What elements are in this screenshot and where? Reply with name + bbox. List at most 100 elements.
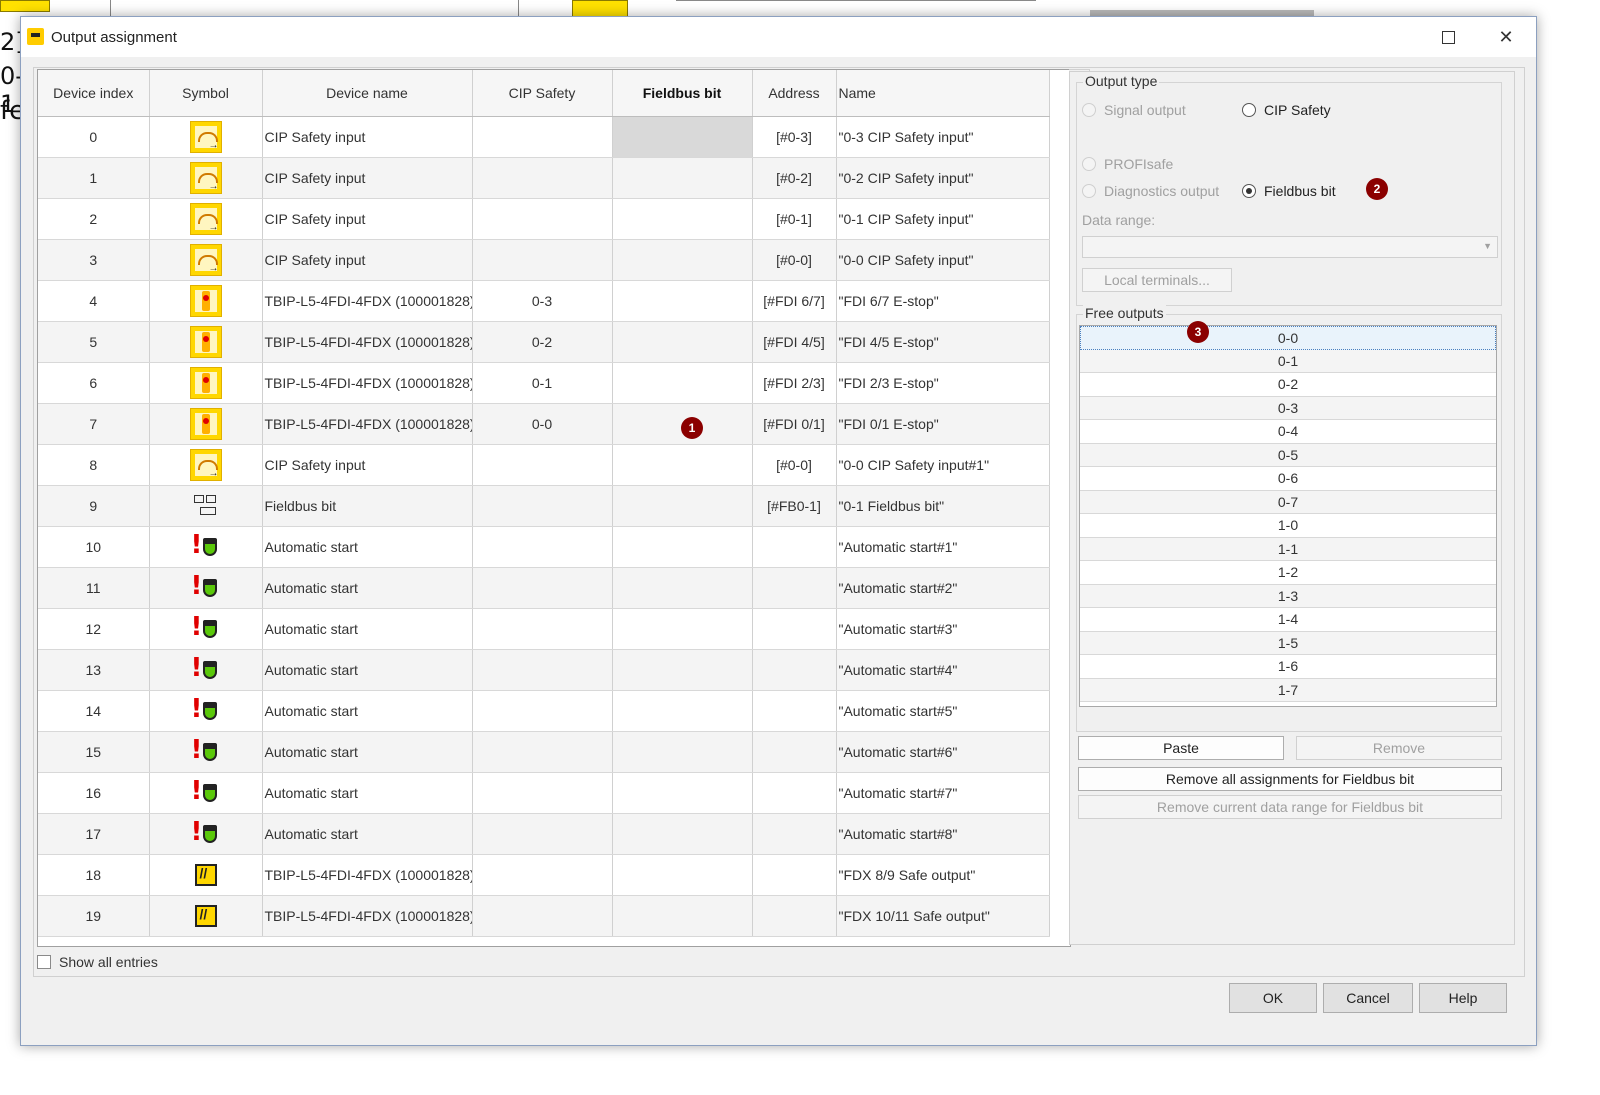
cell-cip-safety[interactable]: [472, 772, 613, 814]
remove-all-assignments-button[interactable]: Remove all assignments for Fieldbus bit: [1078, 767, 1502, 791]
cell-fieldbus-bit[interactable]: [612, 116, 753, 158]
column-header-fieldbus-bit[interactable]: Fieldbus bit: [612, 70, 753, 117]
free-output-item[interactable]: 0-5: [1080, 443, 1496, 467]
cell-fieldbus-bit[interactable]: [612, 854, 753, 896]
cell-fieldbus-bit[interactable]: [612, 608, 753, 650]
column-header-symbol[interactable]: Symbol: [149, 70, 263, 117]
cell-fieldbus-bit[interactable]: [612, 649, 753, 691]
free-output-item[interactable]: 1-7: [1080, 678, 1496, 702]
column-header-cip-safety[interactable]: CIP Safety: [472, 70, 613, 117]
free-output-item[interactable]: 1-0: [1080, 514, 1496, 538]
cell-cip-safety[interactable]: [472, 567, 613, 609]
radio-profisafe[interactable]: PROFIsafe: [1082, 156, 1173, 172]
table-row[interactable]: 10! Automatic start "Automatic start#1": [38, 526, 1050, 568]
free-output-item[interactable]: 1-4: [1080, 608, 1496, 632]
table-row[interactable]: 0 → CIP Safety input [#0-3] "0-3 CIP Safety …: [38, 116, 1050, 158]
table-row[interactable]: 18 TBIP-L5-4FDI-4FDX (100001828) "FDX 8/9 …: [38, 854, 1050, 896]
cell-fieldbus-bit[interactable]: [612, 526, 753, 568]
cell-cip-safety[interactable]: [472, 116, 613, 158]
table-row[interactable]: 11! Automatic start "Automatic start#2": [38, 567, 1050, 609]
cell-fieldbus-bit[interactable]: [612, 731, 753, 773]
table-row[interactable]: 2 → CIP Safety input [#0-1] "0-1 CIP Safety …: [38, 198, 1050, 240]
data-range-select[interactable]: ▼: [1082, 236, 1498, 258]
cell-cip-safety[interactable]: 0-0: [472, 403, 613, 445]
column-header-address[interactable]: Address: [752, 70, 837, 117]
cell-cip-safety[interactable]: [472, 649, 613, 691]
radio-cip-safety[interactable]: CIP Safety: [1242, 102, 1331, 118]
table-row[interactable]: 9 Fieldbus bit [#FB0-1] "0-1 Fieldbus bit": [38, 485, 1050, 527]
cell-cip-safety[interactable]: [472, 854, 613, 896]
remove-button[interactable]: Remove: [1296, 736, 1502, 760]
cell-fieldbus-bit[interactable]: [612, 485, 753, 527]
free-output-item[interactable]: 0-6: [1080, 467, 1496, 491]
table-row[interactable]: 16! Automatic start "Automatic start#7": [38, 772, 1050, 814]
show-all-entries-checkbox[interactable]: Show all entries: [37, 954, 158, 970]
cell-cip-safety[interactable]: [472, 239, 613, 281]
cell-cip-safety[interactable]: 0-2: [472, 321, 613, 363]
table-row[interactable]: 19 TBIP-L5-4FDI-4FDX (100001828) "FDX 10/1…: [38, 895, 1050, 937]
cell-fieldbus-bit[interactable]: [612, 690, 753, 732]
cell-fieldbus-bit[interactable]: [612, 198, 753, 240]
cell-fieldbus-bit[interactable]: [612, 772, 753, 814]
cell-cip-safety[interactable]: 0-1: [472, 362, 613, 404]
free-output-item[interactable]: 0-3: [1080, 396, 1496, 420]
remove-current-range-button[interactable]: Remove current data range for Fieldbus b…: [1078, 795, 1502, 819]
local-terminals-button[interactable]: Local terminals...: [1082, 268, 1232, 292]
cell-cip-safety[interactable]: [472, 608, 613, 650]
ok-button[interactable]: OK: [1229, 983, 1317, 1013]
device-grid[interactable]: Device index Symbol Device name CIP Safe…: [37, 69, 1071, 947]
cell-cip-safety[interactable]: [472, 526, 613, 568]
table-row[interactable]: 17! Automatic start "Automatic start#8": [38, 813, 1050, 855]
cell-fieldbus-bit[interactable]: [612, 567, 753, 609]
table-row[interactable]: 6 TBIP-L5-4FDI-4FDX (100001828) 0-1 [#FDI 2…: [38, 362, 1050, 404]
cell-fieldbus-bit[interactable]: [612, 362, 753, 404]
free-output-item[interactable]: 1-3: [1080, 584, 1496, 608]
cell-fieldbus-bit[interactable]: [612, 444, 753, 486]
table-row[interactable]: 13! Automatic start "Automatic start#4": [38, 649, 1050, 691]
cell-fieldbus-bit[interactable]: [612, 239, 753, 281]
table-row[interactable]: 4 TBIP-L5-4FDI-4FDX (100001828) 0-3 [#FDI 6…: [38, 280, 1050, 322]
cell-cip-safety[interactable]: [472, 895, 613, 937]
table-row[interactable]: 14! Automatic start "Automatic start#5": [38, 690, 1050, 732]
free-output-item[interactable]: 1-5: [1080, 631, 1496, 655]
cancel-button[interactable]: Cancel: [1323, 983, 1413, 1013]
cell-fieldbus-bit[interactable]: [612, 157, 753, 199]
cell-cip-safety[interactable]: [472, 731, 613, 773]
free-outputs-list[interactable]: 0-0 0-1 0-2 0-3 0-4 0-5 0-6 0-7 1-0 1-1 1-2 1-3 1-4 1…: [1079, 325, 1497, 707]
cell-fieldbus-bit[interactable]: [612, 321, 753, 363]
cell-cip-safety[interactable]: [472, 444, 613, 486]
free-output-item[interactable]: 1-1: [1080, 537, 1496, 561]
help-button[interactable]: Help: [1419, 983, 1507, 1013]
free-output-item[interactable]: 1-2: [1080, 561, 1496, 585]
free-output-item[interactable]: 1-6: [1080, 655, 1496, 679]
cell-cip-safety[interactable]: [472, 485, 613, 527]
column-header-name[interactable]: Name: [836, 70, 1050, 117]
column-header-device-index[interactable]: Device index: [38, 70, 150, 117]
radio-diagnostics-output[interactable]: Diagnostics output: [1082, 183, 1219, 199]
free-output-item[interactable]: 0-7: [1080, 490, 1496, 514]
cell-fieldbus-bit[interactable]: [612, 280, 753, 322]
cell-cip-safety[interactable]: [472, 813, 613, 855]
table-row[interactable]: 1 → CIP Safety input [#0-2] "0-2 CIP Safety …: [38, 157, 1050, 199]
cell-fieldbus-bit[interactable]: [612, 813, 753, 855]
table-row[interactable]: 12! Automatic start "Automatic start#3": [38, 608, 1050, 650]
free-output-item[interactable]: 0-0: [1080, 326, 1496, 350]
radio-fieldbus-bit[interactable]: Fieldbus bit: [1242, 183, 1336, 199]
cell-cip-safety[interactable]: [472, 198, 613, 240]
table-row[interactable]: 15! Automatic start "Automatic start#6": [38, 731, 1050, 773]
table-row[interactable]: 5 TBIP-L5-4FDI-4FDX (100001828) 0-2 [#FDI 4…: [38, 321, 1050, 363]
cell-cip-safety[interactable]: [472, 690, 613, 732]
cell-fieldbus-bit[interactable]: [612, 895, 753, 937]
close-button[interactable]: ✕: [1491, 23, 1521, 51]
cell-cip-safety[interactable]: 0-3: [472, 280, 613, 322]
free-output-item[interactable]: 0-2: [1080, 373, 1496, 397]
cell-cip-safety[interactable]: [472, 157, 613, 199]
radio-signal-output[interactable]: Signal output: [1082, 102, 1186, 118]
table-row[interactable]: 3 → CIP Safety input [#0-0] "0-0 CIP Safety …: [38, 239, 1050, 281]
column-header-device-name[interactable]: Device name: [262, 70, 473, 117]
maximize-button[interactable]: [1433, 23, 1463, 51]
paste-button[interactable]: Paste: [1078, 736, 1284, 760]
table-row[interactable]: 8 → CIP Safety input [#0-0] "0-0 CIP Safety …: [38, 444, 1050, 486]
table-row[interactable]: 7 TBIP-L5-4FDI-4FDX (100001828) 0-0 [#FDI 0…: [38, 403, 1050, 445]
free-output-item[interactable]: 0-4: [1080, 420, 1496, 444]
